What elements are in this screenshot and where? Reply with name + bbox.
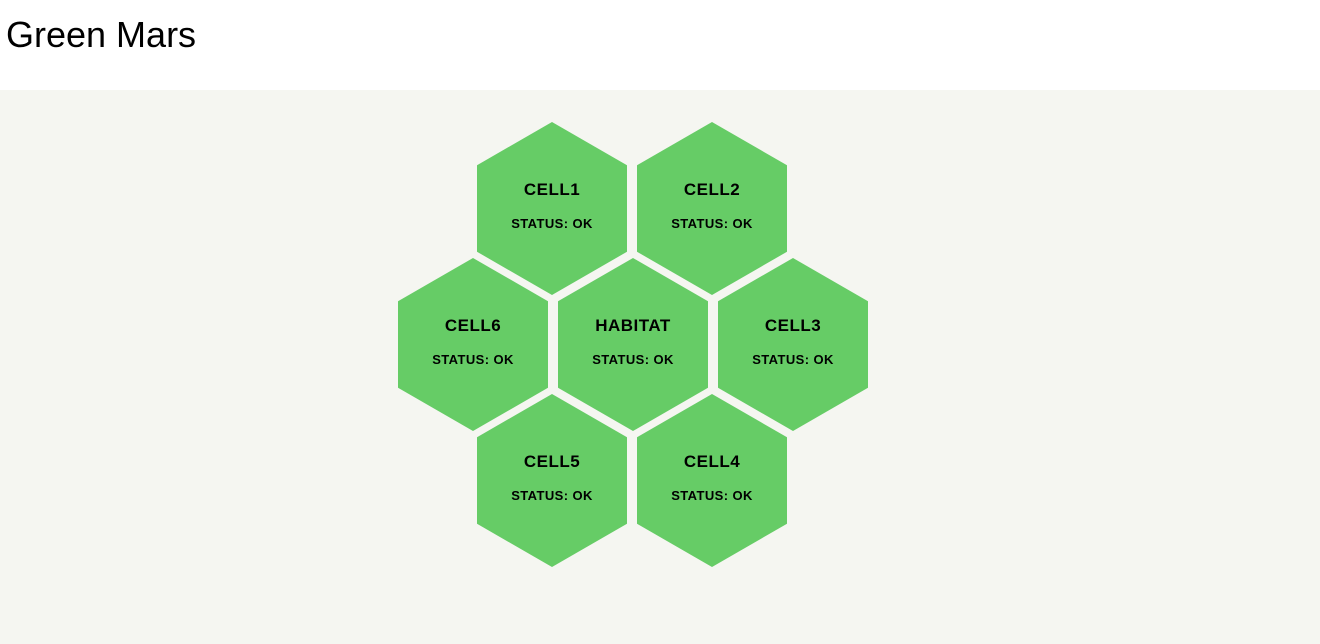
cell-status: STATUS: OK (432, 352, 514, 367)
hex-cell6[interactable]: CELL6 STATUS: OK (398, 258, 548, 431)
hex-cell2[interactable]: CELL2 STATUS: OK (637, 122, 787, 295)
cell-status: STATUS: OK (592, 352, 674, 367)
cell-status: STATUS: OK (671, 488, 753, 503)
cell-status: STATUS: OK (511, 216, 593, 231)
cell-name: CELL6 (444, 316, 502, 335)
hex-cell1[interactable]: CELL1 STATUS: OK (477, 122, 627, 295)
cell-status: STATUS: OK (671, 216, 753, 231)
cell-name: CELL4 (683, 452, 741, 471)
cell-name: CELL2 (683, 180, 741, 199)
cell-name: HABITAT (595, 316, 671, 335)
hex-cell5[interactable]: CELL5 STATUS: OK (477, 394, 627, 567)
page-title: Green Mars (6, 14, 197, 55)
cell-status: STATUS: OK (511, 488, 593, 503)
hex-habitat[interactable]: HABITAT STATUS: OK (558, 258, 708, 431)
cell-name: CELL1 (523, 180, 581, 199)
cell-name: CELL5 (523, 452, 581, 471)
header: Green Mars (0, 0, 1320, 90)
cell-name: CELL3 (764, 316, 822, 335)
cell-status: STATUS: OK (752, 352, 834, 367)
hex-cell4[interactable]: CELL4 STATUS: OK (637, 394, 787, 567)
hex-cell3[interactable]: CELL3 STATUS: OK (718, 258, 868, 431)
habitat-grid: CELL1 STATUS: OK CELL2 STATUS: OK CELL6 … (0, 90, 1320, 644)
